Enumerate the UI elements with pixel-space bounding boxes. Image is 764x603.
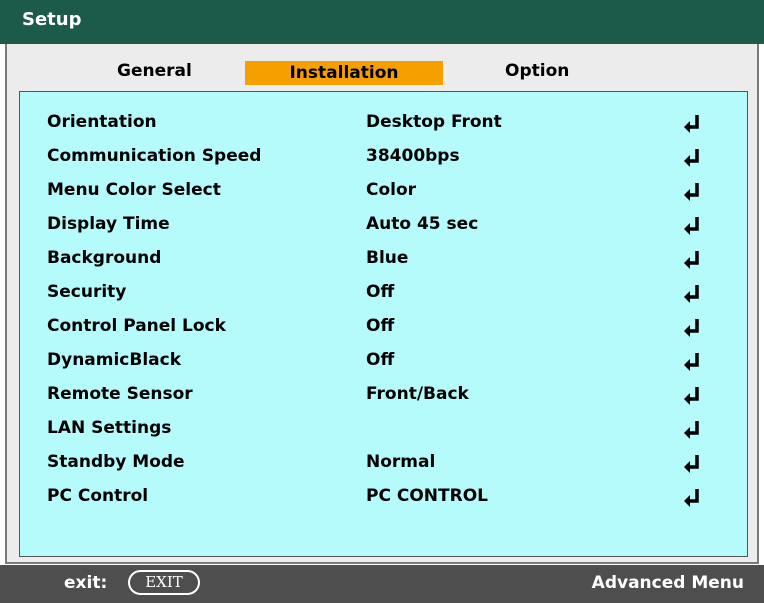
setting-value: Auto 45 sec: [366, 214, 479, 234]
setting-label: Communication Speed: [47, 146, 262, 166]
exit-button[interactable]: EXIT: [128, 570, 200, 595]
setting-label: Menu Color Select: [47, 180, 221, 200]
setting-row-control-panel-lock[interactable]: Control Panel Lock Off: [20, 312, 747, 342]
setting-value: 38400bps: [366, 146, 460, 166]
setting-label: Orientation: [47, 112, 157, 132]
setting-row-communication-speed[interactable]: Communication Speed 38400bps: [20, 142, 747, 172]
setting-row-dynamicblack[interactable]: DynamicBlack Off: [20, 346, 747, 376]
setting-row-display-time[interactable]: Display Time Auto 45 sec: [20, 210, 747, 240]
setting-label: Security: [47, 282, 127, 302]
enter-arrow-icon[interactable]: [682, 419, 702, 439]
enter-arrow-icon[interactable]: [682, 283, 702, 303]
setting-label: PC Control: [47, 486, 149, 506]
setting-label: DynamicBlack: [47, 350, 182, 370]
setting-label: Remote Sensor: [47, 384, 193, 404]
enter-arrow-icon[interactable]: [682, 147, 702, 167]
enter-arrow-icon[interactable]: [682, 113, 702, 133]
enter-arrow-icon[interactable]: [682, 317, 702, 337]
enter-arrow-icon[interactable]: [682, 351, 702, 371]
setting-label: Control Panel Lock: [47, 316, 226, 336]
setting-label: Background: [47, 248, 162, 268]
setting-value: Off: [366, 316, 395, 336]
setting-value: Desktop Front: [366, 112, 502, 132]
exit-label: exit:: [64, 573, 108, 593]
tab-general[interactable]: General: [117, 61, 192, 81]
enter-arrow-icon[interactable]: [682, 181, 702, 201]
status-bar: exit: EXIT Advanced Menu: [0, 565, 764, 603]
setting-value: Off: [366, 350, 395, 370]
setting-label: Standby Mode: [47, 452, 185, 472]
setting-row-menu-color-select[interactable]: Menu Color Select Color: [20, 176, 747, 206]
title-bar: Setup: [0, 0, 764, 44]
enter-arrow-icon[interactable]: [682, 249, 702, 269]
setting-value: Normal: [366, 452, 436, 472]
setting-row-pc-control[interactable]: PC Control PC CONTROL: [20, 482, 747, 512]
window-title: Setup: [22, 9, 82, 30]
advanced-menu-link[interactable]: Advanced Menu: [592, 573, 744, 593]
enter-arrow-icon[interactable]: [682, 453, 702, 473]
settings-panel: Orientation Desktop Front Communication …: [19, 91, 748, 557]
setting-label: LAN Settings: [47, 418, 172, 438]
enter-arrow-icon[interactable]: [682, 487, 702, 507]
setting-row-orientation[interactable]: Orientation Desktop Front: [20, 108, 747, 138]
setting-value: Blue: [366, 248, 409, 268]
menu-frame: General Installation Option Orientation …: [5, 44, 759, 564]
setting-row-security[interactable]: Security Off: [20, 278, 747, 308]
setting-value: Off: [366, 282, 395, 302]
enter-arrow-icon[interactable]: [682, 215, 702, 235]
setting-row-background[interactable]: Background Blue: [20, 244, 747, 274]
enter-arrow-icon[interactable]: [682, 385, 702, 405]
setting-row-lan-settings[interactable]: LAN Settings: [20, 414, 747, 444]
setting-value: Front/Back: [366, 384, 469, 404]
setting-value: Color: [366, 180, 417, 200]
setting-label: Display Time: [47, 214, 170, 234]
tab-installation[interactable]: Installation: [245, 61, 443, 85]
tab-bar: General Installation Option: [7, 44, 757, 88]
setting-row-remote-sensor[interactable]: Remote Sensor Front/Back: [20, 380, 747, 410]
setting-value: PC CONTROL: [366, 486, 488, 506]
tab-option[interactable]: Option: [505, 61, 569, 81]
setting-row-standby-mode[interactable]: Standby Mode Normal: [20, 448, 747, 478]
